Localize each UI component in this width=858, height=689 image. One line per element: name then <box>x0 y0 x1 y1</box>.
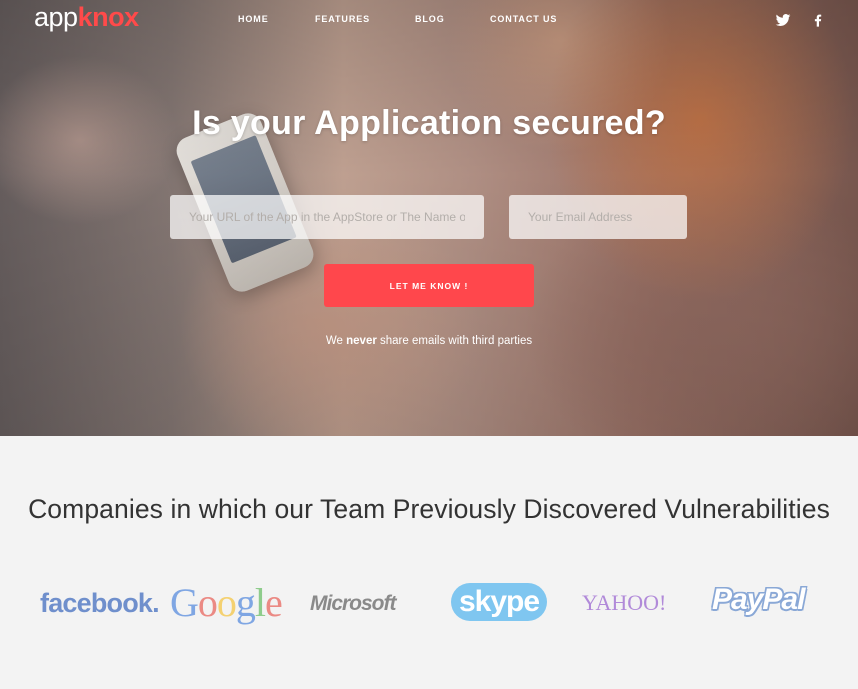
nav-item-blog[interactable]: BLOG <box>415 14 445 24</box>
facebook-icon[interactable] <box>810 12 826 28</box>
privacy-disclaimer: We never share emails with third parties <box>325 335 533 347</box>
app-url-input[interactable] <box>170 195 484 239</box>
google-logo: Google <box>170 580 283 625</box>
companies-heading: Companies in which our Team Previously D… <box>28 494 830 524</box>
skype-logo: skype <box>451 583 548 621</box>
let-me-know-button[interactable]: LET ME KNOW ! <box>324 264 534 307</box>
nav-item-contact-us[interactable]: CONTACT US <box>490 14 557 24</box>
hero-section: appknox HOME FEATURES BLOG CONTACT US Is… <box>0 0 858 436</box>
twitter-icon[interactable] <box>775 12 791 28</box>
hero-headline: Is your Application secured? <box>192 104 666 142</box>
nav-item-home[interactable]: HOME <box>238 14 269 24</box>
facebook-logo: facebook. <box>40 588 160 618</box>
main-nav: HOME FEATURES BLOG CONTACT US <box>0 14 858 28</box>
yahoo-logo: YAHOO! <box>582 590 667 615</box>
paypal-logo: PayPal <box>712 583 805 616</box>
nav-item-features[interactable]: FEATURES <box>315 14 370 24</box>
email-input[interactable] <box>509 195 687 239</box>
microsoft-logo: Microsoft <box>310 592 396 615</box>
